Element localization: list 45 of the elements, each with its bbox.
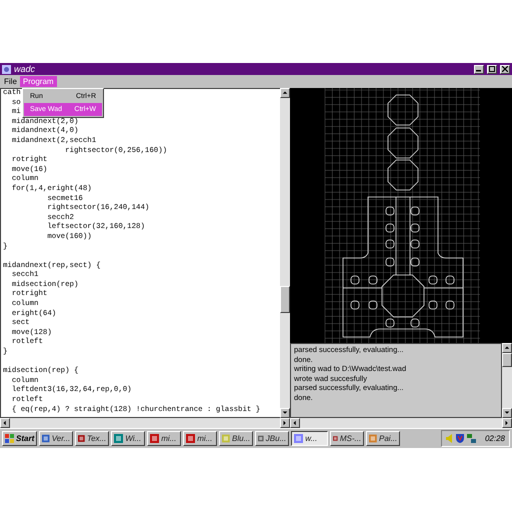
app-icon <box>186 434 196 443</box>
scrollbar[interactable] <box>280 88 290 418</box>
menu-item[interactable]: Program <box>20 76 57 87</box>
app-icon <box>369 434 377 443</box>
maximize-button[interactable] <box>487 64 497 74</box>
windows-logo-icon <box>5 434 14 443</box>
scrollbar[interactable] <box>290 418 512 428</box>
taskbar-button[interactable]: JBu... <box>255 431 290 446</box>
code-editor[interactable] <box>0 88 280 418</box>
close-button[interactable] <box>500 64 510 74</box>
scrollbar[interactable] <box>0 418 290 428</box>
taskbar-button[interactable]: Tex... <box>75 431 110 446</box>
scrollbar-thumb[interactable] <box>502 353 512 367</box>
maximize-icon <box>489 66 495 72</box>
app-icon <box>333 434 338 443</box>
app-icon <box>150 434 160 443</box>
start-button[interactable]: Start <box>2 431 38 446</box>
taskbar-button[interactable]: MS-... <box>330 431 364 446</box>
arrow-icon <box>2 420 8 426</box>
app-icon <box>2 64 11 74</box>
taskbar-button[interactable]: Ver... <box>39 431 74 446</box>
taskbar-button[interactable]: mi... <box>147 431 182 446</box>
shield-icon <box>456 434 464 443</box>
app-icon <box>78 434 85 443</box>
taskbar-button[interactable]: mi... <box>183 431 218 446</box>
app-icon <box>114 434 124 443</box>
app-icon <box>42 434 50 443</box>
network-icon <box>466 434 476 443</box>
scrollbar[interactable] <box>502 343 512 418</box>
app-icon <box>222 434 230 443</box>
menu-item[interactable]: File <box>1 76 20 87</box>
window-title: wadc <box>14 64 36 74</box>
scrollbar-thumb[interactable] <box>280 286 290 313</box>
taskbar-button[interactable]: w... <box>291 431 328 446</box>
minimize-button[interactable] <box>474 64 484 74</box>
taskbar-button[interactable]: Blu... <box>219 431 254 446</box>
speaker-icon <box>446 434 453 443</box>
arrow-icon <box>282 90 288 96</box>
clock: 02:28 <box>484 434 505 443</box>
close-icon <box>502 66 508 72</box>
taskbar-button[interactable]: Pai... <box>366 431 400 446</box>
app-icon <box>294 434 304 443</box>
taskbar-button[interactable]: Wi... <box>111 431 146 446</box>
app-icon <box>258 434 264 443</box>
arrow-icon <box>504 345 510 351</box>
